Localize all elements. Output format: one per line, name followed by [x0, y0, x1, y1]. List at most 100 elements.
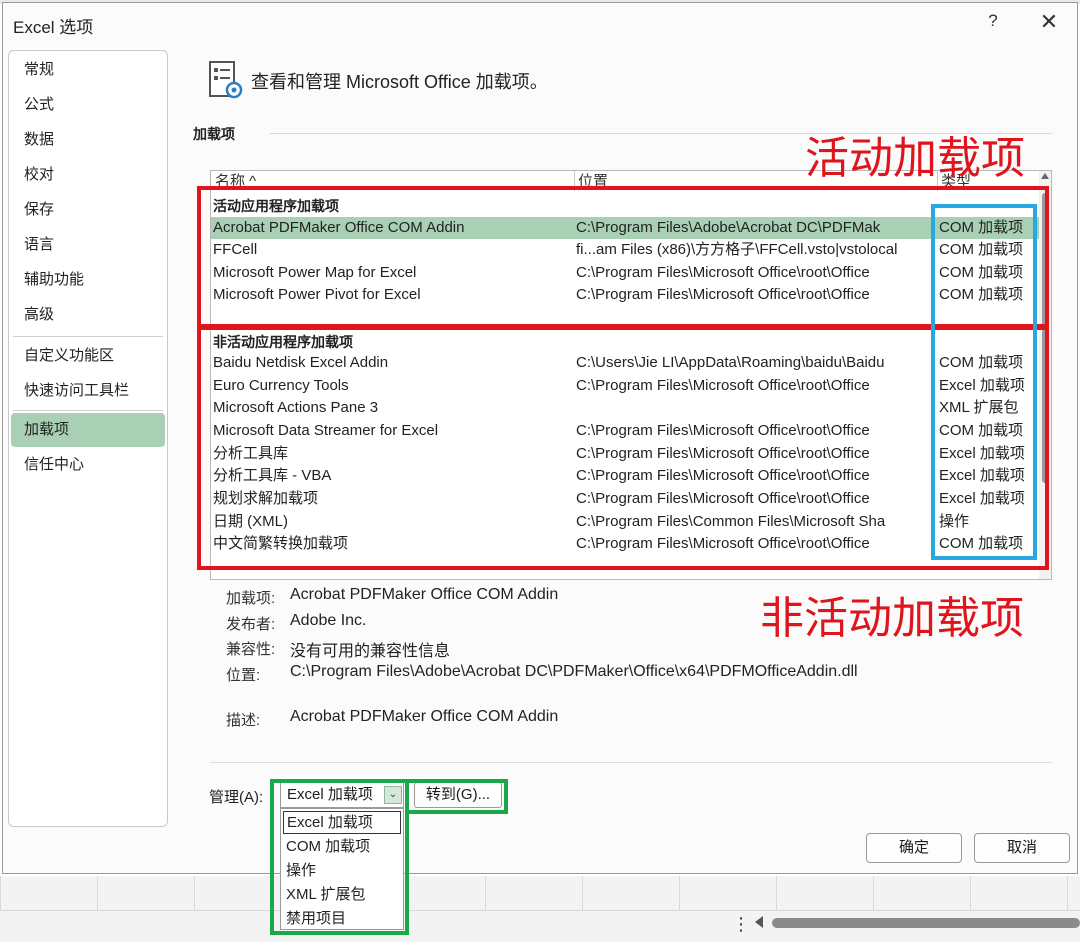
table-row[interactable]: 分析工具库 - VBA C:\Program Files\Microsoft O… — [211, 465, 1041, 487]
manage-selected-value: Excel 加载项 — [287, 786, 373, 803]
addins-list[interactable]: 名称 ^ 位置 类型 活动应用程序加载项 Acrobat PDFMaker Of… — [210, 170, 1052, 580]
ok-button[interactable]: 确定 — [866, 833, 962, 863]
cell-name: Euro Currency Tools — [213, 377, 349, 394]
scroll-left-icon[interactable] — [755, 916, 763, 928]
detail-location-value: C:\Program Files\Adobe\Acrobat DC\PDFMak… — [290, 663, 858, 680]
dropdown-option-xml-expansion[interactable]: XML 扩展包 — [283, 883, 401, 906]
cancel-button[interactable]: 取消 — [974, 833, 1070, 863]
annotation-active-label: 活动加载项 — [805, 133, 1025, 184]
detail-compat-label: 兼容性: — [226, 641, 276, 658]
cell-location: fi...am Files (x86)\方方格子\FFCell.vsto|vst… — [576, 241, 898, 258]
cell-location: C:\Program Files\Microsoft Office\root\O… — [576, 422, 870, 439]
cell-name: Microsoft Power Map for Excel — [213, 264, 417, 281]
manage-label: 管理(A): — [209, 789, 264, 806]
sidebar-item-addins[interactable]: 加载项 — [11, 413, 165, 447]
detail-desc-value: Acrobat PDFMaker Office COM Addin — [290, 708, 559, 725]
help-button[interactable]: ? — [981, 11, 1005, 35]
sidebar-item-general[interactable]: 常规 — [11, 53, 165, 87]
cell-name: Baidu Netdisk Excel Addin — [213, 354, 389, 371]
sidebar-item-trust-center[interactable]: 信任中心 — [11, 448, 165, 482]
cell-location: C:\Program Files\Microsoft Office\root\O… — [576, 467, 870, 484]
table-row[interactable]: Microsoft Power Map for Excel C:\Program… — [211, 262, 1041, 284]
sidebar-item-advanced[interactable]: 高级 — [11, 298, 165, 332]
more-options-icon[interactable]: ⋮ — [732, 914, 750, 935]
cell-type: Excel 加载项 — [939, 445, 1025, 462]
cell-type: COM 加载项 — [939, 264, 1024, 281]
sidebar-item-customize-ribbon[interactable]: 自定义功能区 — [11, 339, 165, 373]
column-header-location[interactable]: 位置 — [578, 171, 608, 191]
sidebar-divider — [13, 410, 163, 411]
footer-divider — [210, 762, 1052, 763]
table-row[interactable]: Acrobat PDFMaker Office COM Addin C:\Pro… — [211, 217, 1041, 239]
annotation-inactive-label: 非活动加载项 — [760, 593, 1024, 644]
scroll-thumb[interactable] — [1042, 193, 1048, 483]
list-vertical-scrollbar[interactable] — [1039, 171, 1051, 579]
detail-addin-label: 加载项: — [226, 590, 276, 607]
cell-type: COM 加载项 — [939, 219, 1024, 236]
cell-type: 操作 — [939, 513, 970, 530]
cell-location: C:\Users\Jie LI\AppData\Roaming\baidu\Ba… — [576, 354, 885, 371]
detail-publisher-label: 发布者: — [226, 616, 276, 633]
sidebar-item-accessibility[interactable]: 辅助功能 — [11, 263, 165, 297]
cell-name: 中文简繁转换加载项 — [213, 535, 349, 552]
table-row[interactable]: FFCell fi...am Files (x86)\方方格子\FFCell.v… — [211, 239, 1041, 261]
group-header-inactive: 非活动应用程序加载项 — [213, 334, 353, 350]
dropdown-option-com-addins[interactable]: COM 加载项 — [283, 835, 401, 858]
cell-type: XML 扩展包 — [939, 399, 1019, 416]
dialog-title: Excel 选项 — [13, 18, 94, 37]
cell-name: 日期 (XML) — [213, 513, 289, 530]
table-row[interactable]: 分析工具库 C:\Program Files\Microsoft Office\… — [211, 443, 1041, 465]
group-header-active: 活动应用程序加载项 — [213, 198, 339, 214]
cell-location: C:\Program Files\Common Files\Microsoft … — [576, 513, 886, 530]
horizontal-scrollbar[interactable] — [772, 918, 1080, 928]
table-row[interactable]: 日期 (XML) C:\Program Files\Common Files\M… — [211, 511, 1041, 533]
column-divider[interactable] — [574, 171, 575, 191]
table-row[interactable]: Baidu Netdisk Excel Addin C:\Users\Jie L… — [211, 352, 1041, 374]
sidebar-item-save[interactable]: 保存 — [11, 193, 165, 227]
addin-manage-icon — [209, 61, 243, 99]
close-button[interactable]: ✕ — [1035, 9, 1063, 37]
cell-location: C:\Program Files\Microsoft Office\root\O… — [576, 286, 870, 303]
goto-button[interactable]: 转到(G)... — [414, 782, 502, 808]
cell-location: C:\Program Files\Adobe\Acrobat DC\PDFMak — [576, 219, 881, 236]
sidebar-item-proofing[interactable]: 校对 — [11, 158, 165, 192]
cell-name: 规划求解加载项 — [213, 490, 319, 507]
sidebar-item-quick-access[interactable]: 快速访问工具栏 — [11, 374, 165, 408]
dropdown-option-actions[interactable]: 操作 — [283, 859, 401, 882]
sidebar-item-data[interactable]: 数据 — [11, 123, 165, 157]
sidebar-item-language[interactable]: 语言 — [11, 228, 165, 262]
section-label-addins: 加载项 — [193, 126, 235, 142]
cell-type: COM 加载项 — [939, 354, 1024, 371]
sidebar-divider — [13, 336, 163, 337]
cell-type: COM 加载项 — [939, 422, 1024, 439]
cell-location: C:\Program Files\Microsoft Office\root\O… — [576, 445, 870, 462]
detail-compat-value: 没有可用的兼容性信息 — [290, 643, 451, 660]
dropdown-option-excel-addins[interactable]: Excel 加载项 — [283, 811, 401, 834]
excel-grid-row — [0, 876, 1080, 911]
table-row[interactable]: 中文简繁转换加载项 C:\Program Files\Microsoft Off… — [211, 533, 1041, 555]
cell-name: Microsoft Power Pivot for Excel — [213, 286, 421, 303]
table-row[interactable]: Microsoft Actions Pane 3 XML 扩展包 — [211, 397, 1041, 419]
cell-type: COM 加载项 — [939, 241, 1024, 258]
cell-name: FFCell — [213, 241, 258, 258]
cell-name: Acrobat PDFMaker Office COM Addin — [213, 219, 465, 236]
cell-type: Excel 加载项 — [939, 467, 1025, 484]
sidebar-item-formulas[interactable]: 公式 — [11, 88, 165, 122]
detail-publisher-value: Adobe Inc. — [290, 612, 367, 629]
table-row[interactable]: Euro Currency Tools C:\Program Files\Mic… — [211, 375, 1041, 397]
column-header-name[interactable]: 名称 ^ — [215, 171, 256, 191]
manage-select[interactable]: Excel 加载项 ⌄ — [280, 782, 404, 808]
table-row[interactable]: 规划求解加载项 C:\Program Files\Microsoft Offic… — [211, 488, 1041, 510]
cell-location: C:\Program Files\Microsoft Office\root\O… — [576, 535, 870, 552]
cell-name: 分析工具库 — [213, 445, 289, 462]
cell-type: Excel 加载项 — [939, 490, 1025, 507]
scroll-up-icon[interactable] — [1041, 173, 1049, 179]
detail-addin-value: Acrobat PDFMaker Office COM Addin — [290, 586, 559, 603]
detail-location-label: 位置: — [226, 667, 261, 684]
table-row[interactable]: Microsoft Data Streamer for Excel C:\Pro… — [211, 420, 1041, 442]
table-row[interactable]: Microsoft Power Pivot for Excel C:\Progr… — [211, 284, 1041, 306]
chevron-down-icon[interactable]: ⌄ — [384, 786, 402, 804]
dropdown-option-disabled-items[interactable]: 禁用项目 — [283, 907, 401, 930]
options-sidebar: 常规 公式 数据 校对 保存 语言 辅助功能 高级 自定义功能区 快速访问工具栏… — [8, 50, 168, 827]
cell-type: COM 加载项 — [939, 535, 1024, 552]
